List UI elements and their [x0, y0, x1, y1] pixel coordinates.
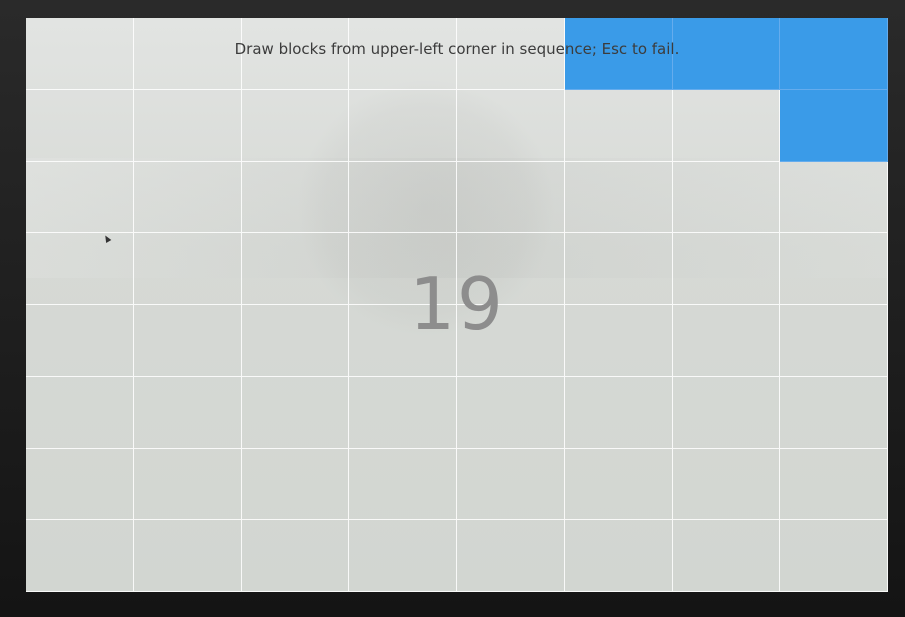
grid-block[interactable]: [457, 161, 565, 234]
grid-block[interactable]: [780, 161, 888, 234]
grid-block[interactable]: [457, 89, 565, 162]
grid-block[interactable]: [241, 89, 350, 162]
grid-block[interactable]: [672, 376, 781, 449]
instruction-text: Draw blocks from upper-left corner in se…: [234, 40, 680, 58]
grid-block[interactable]: [133, 161, 242, 234]
grid-block[interactable]: [349, 376, 457, 449]
grid-block[interactable]: [564, 376, 673, 449]
grid-block[interactable]: [564, 448, 673, 521]
grid-block[interactable]: [780, 448, 888, 521]
grid-block[interactable]: [241, 520, 350, 592]
grid-block[interactable]: [349, 520, 457, 592]
grid-block[interactable]: [564, 89, 673, 162]
grid-block[interactable]: [780, 520, 888, 592]
grid-block[interactable]: [349, 448, 457, 521]
grid-block[interactable]: [241, 448, 350, 521]
grid-block-filled[interactable]: [780, 89, 888, 162]
grid-block[interactable]: [133, 89, 242, 162]
grid-block[interactable]: [133, 448, 242, 521]
grid-block[interactable]: [26, 448, 134, 521]
grid-block[interactable]: [780, 376, 888, 449]
grid-block[interactable]: [349, 161, 457, 234]
grid-block[interactable]: [672, 448, 781, 521]
grid-block[interactable]: [349, 89, 457, 162]
grid-block[interactable]: [564, 520, 673, 592]
grid-block[interactable]: [133, 376, 242, 449]
grid-block[interactable]: [26, 161, 134, 234]
grid-block[interactable]: [564, 161, 673, 234]
monitor-bezel: Draw blocks from upper-left corner in se…: [0, 0, 905, 617]
grid-block[interactable]: [241, 376, 350, 449]
grid-block[interactable]: [26, 89, 134, 162]
grid-block[interactable]: [26, 520, 134, 592]
grid-block[interactable]: [672, 520, 781, 592]
grid-block[interactable]: [133, 520, 242, 592]
grid-block[interactable]: [457, 376, 565, 449]
grid-block[interactable]: [457, 448, 565, 521]
grid-block[interactable]: [241, 161, 350, 234]
grid-block[interactable]: [672, 161, 781, 234]
grid-block[interactable]: [26, 376, 134, 449]
grid-block[interactable]: [457, 520, 565, 592]
game-screen: Draw blocks from upper-left corner in se…: [26, 18, 888, 592]
grid-block[interactable]: [672, 89, 781, 162]
block-counter: 19: [409, 262, 505, 346]
